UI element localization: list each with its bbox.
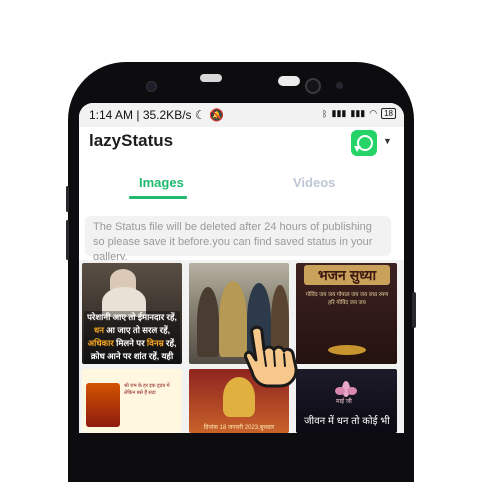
status-bar: 1:14 AM | 35.2KB/s ☾ 🔕 ᛒ ▮▮▮ ▮▮▮ ◠ 18	[79, 103, 404, 127]
status-icons: ᛒ ▮▮▮ ▮▮▮ ◠ 18	[322, 108, 396, 119]
bhajan-title: भजन सुध्या	[304, 265, 390, 285]
tab-videos[interactable]: Videos	[293, 175, 335, 190]
status-thumbnail[interactable]: परेशानी आए तो ईमानदार रहें, धन आ जाए तो …	[82, 263, 182, 364]
phone-side-button	[412, 292, 416, 328]
thumbnail-caption: श्री राम के हर इक हृदय में लेकिन बसे हैं…	[124, 383, 170, 396]
caption-highlight: अधिकार	[87, 338, 114, 348]
status-time: 1:14 AM	[89, 108, 134, 122]
caption-text: मिलने पर	[113, 338, 147, 348]
app-title: lazyStatus	[89, 131, 174, 150]
front-camera	[305, 78, 321, 94]
thumbnail-date: दिनांक 18 जनवरी 2023,बुधवार	[203, 425, 275, 431]
earpiece-speaker	[200, 74, 222, 82]
caption-highlight: विनम्र	[146, 338, 164, 348]
moon-icon: ☾	[194, 108, 206, 122]
status-left: 1:14 AM | 35.2KB/s ☾ 🔕	[89, 108, 224, 122]
lotus-icon	[335, 381, 357, 397]
thumbnail-caption: परेशानी आए तो ईमानदार रहें, धन आ जाए तो …	[84, 311, 180, 364]
thumbnail-small-text: माई जी	[336, 399, 352, 405]
person-figure	[197, 287, 219, 357]
diya-ornament	[328, 345, 366, 355]
battery-icon: 18	[381, 108, 396, 119]
notice-message: The Status file will be deleted after 24…	[85, 216, 391, 263]
phone-volume-up	[66, 186, 69, 212]
thumbnail-caption: जीवन में धन तो कोई भी	[304, 416, 390, 427]
signal-icon-2: ▮▮▮	[350, 108, 366, 118]
status-thumbnail[interactable]: श्री राम के हर इक हृदय में लेकिन बसे हैं…	[82, 369, 182, 433]
tab-indicator	[129, 196, 187, 199]
hand-pointer-icon	[244, 325, 298, 388]
deity-image	[86, 383, 120, 427]
bhajan-lines: गोविंद जय जय गोपाल जय जय राधा रमण हरि गो…	[305, 292, 389, 306]
whatsapp-icon[interactable]	[351, 130, 377, 156]
caption-text: परेशानी आए तो ईमानदार रहें,	[87, 312, 177, 322]
signal-icon: ▮▮▮	[331, 108, 347, 118]
status-speed: 35.2KB/s	[142, 108, 192, 122]
wifi-icon: ◠	[369, 108, 378, 118]
earpiece-grille	[278, 76, 300, 86]
caret-down-icon[interactable]: ▼	[383, 136, 392, 146]
caption-highlight: धन	[93, 325, 104, 335]
bluetooth-icon: ᛒ	[322, 108, 328, 119]
tab-images[interactable]: Images	[139, 175, 184, 190]
mute-icon: 🔕	[208, 108, 224, 122]
front-sensor	[146, 81, 157, 92]
status-thumbnail[interactable]: माई जी जीवन में धन तो कोई भी	[296, 369, 397, 433]
phone-volume-down	[66, 220, 69, 260]
proximity-sensor	[336, 82, 343, 89]
status-thumbnail[interactable]: भजन सुध्या गोविंद जय जय गोपाल जय जय राधा…	[296, 263, 397, 364]
caption-text: आ जाए तो सरल रहें,	[103, 325, 171, 335]
